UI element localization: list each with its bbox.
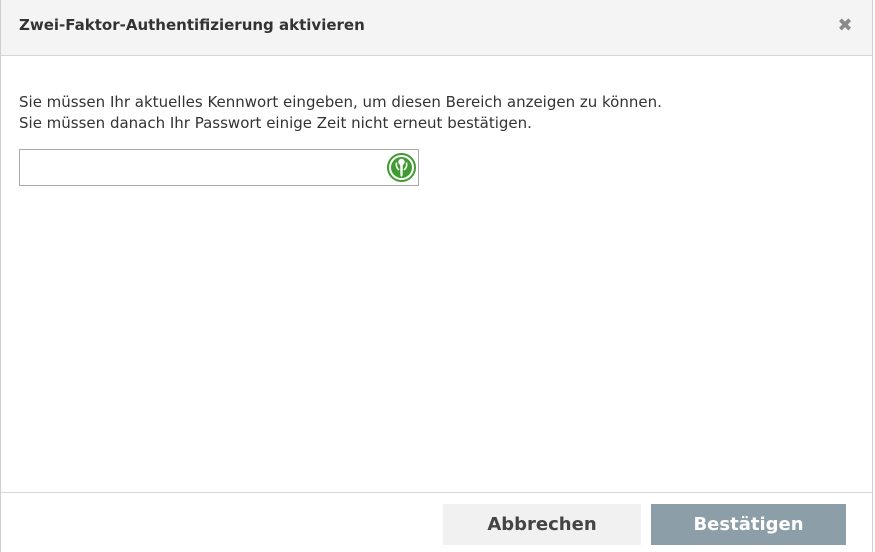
password-manager-key-icon[interactable]	[387, 153, 416, 182]
close-icon[interactable]: ✖	[836, 15, 854, 37]
message-line-1: Sie müssen Ihr aktuelles Kennwort eingeb…	[19, 93, 662, 111]
password-field	[19, 149, 419, 186]
dialog-header: Zwei-Faktor-Authentifizierung aktivieren…	[1, 0, 872, 56]
two-factor-dialog: Zwei-Faktor-Authentifizierung aktivieren…	[0, 0, 873, 552]
message-line-2: Sie müssen danach Ihr Passwort einige Ze…	[19, 114, 532, 132]
dialog-title: Zwei-Faktor-Authentifizierung aktivieren	[19, 16, 365, 34]
confirm-button[interactable]: Bestätigen	[651, 504, 846, 545]
dialog-body: Sie müssen Ihr aktuelles Kennwort eingeb…	[19, 92, 854, 134]
dialog-footer: Abbrechen Bestätigen	[1, 492, 872, 552]
cancel-button[interactable]: Abbrechen	[443, 504, 641, 545]
password-input[interactable]	[20, 150, 380, 185]
